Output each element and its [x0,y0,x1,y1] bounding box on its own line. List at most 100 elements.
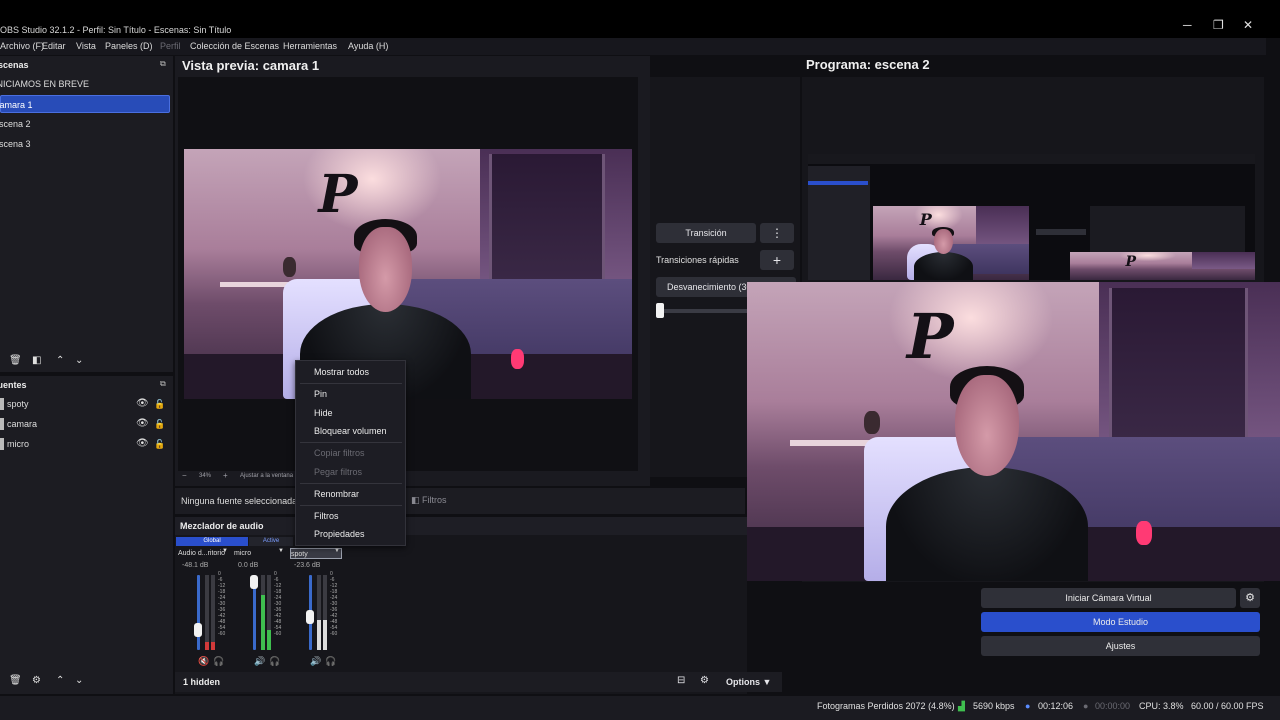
scene-item[interactable]: INICIAMOS EN BREVE [0,75,170,93]
layout-icon[interactable]: ⊟ [677,675,685,686]
menu-bar: Archivo (F) Editar Vista Paneles (D) Per… [0,38,1266,55]
source-toolbar: Ninguna fuente seleccionada ◧ Filtros [175,488,745,514]
program-camera-overlay[interactable]: P [747,282,1280,581]
eye-icon[interactable]: 👁 [136,395,149,413]
meter-scale: 0 -6 -12 -18 -24 -30 -36 -42 -48 -54 -60 [330,571,338,637]
close-button[interactable]: ✕ [1243,18,1253,32]
kebab-icon[interactable]: ⋮ [760,223,794,243]
studio-mode-button[interactable]: Modo Estudio [981,612,1260,632]
volume-slider-handle[interactable] [250,575,258,589]
chevron-down-icon[interactable]: ▼ [222,548,228,554]
scene-item-selected[interactable]: camara 1 [0,95,170,113]
move-down-icon[interactable]: ⌄ [75,675,83,686]
menu-item-hide[interactable]: Hide [314,408,333,418]
menu-tools[interactable]: Herramientas [283,41,337,51]
headphones-icon[interactable]: 🎧 [213,656,224,667]
menu-profile[interactable]: Perfil [160,41,181,51]
program-screen-capture[interactable]: P P [808,154,1255,280]
channel-db: 0.0 dB [238,562,259,569]
dock-float-icon[interactable]: ⧉ [160,59,166,69]
source-item[interactable]: camara 👁 🔓 [0,415,170,433]
filters-button[interactable]: ◧ Filtros [411,493,453,508]
stream-icon: ● [1025,701,1031,711]
lock-icon[interactable]: 🔓 [154,415,165,433]
menu-item-rename[interactable]: Renombrar [314,489,359,499]
cpu-usage: CPU: 3.8% [1139,701,1184,711]
menu-item-pin[interactable]: Pin [314,389,327,399]
fit-window-button[interactable]: Ajustar a la ventana [240,473,293,479]
source-item[interactable]: micro 👁 🔓 [0,435,170,453]
move-up-icon[interactable]: ⌃ [56,675,64,686]
menu-scene-collection[interactable]: Colección de Escenas [190,41,279,51]
fps: 60.00 / 60.00 FPS [1191,701,1264,711]
virtual-camera-button[interactable]: Iniciar Cámara Virtual [981,588,1236,608]
advanced-audio-icon[interactable]: ⚙ [700,675,709,686]
meter-scale: 0 -6 -12 -18 -24 -30 -36 -42 -48 -54 -60 [218,571,226,637]
menu-help[interactable]: Ayuda (H) [348,41,388,51]
menu-separator [300,483,402,484]
scene-item[interactable]: escena 2 [0,115,170,133]
menu-edit[interactable]: Editar [42,41,66,51]
menu-view[interactable]: Vista [76,41,96,51]
gear-icon[interactable]: ⚙ [32,675,41,686]
eye-icon[interactable]: 👁 [136,415,149,433]
tbar-slider-handle[interactable] [656,303,664,318]
options-button[interactable]: Options ▼ [726,677,771,687]
menu-item-show-all[interactable]: Mostrar todos [314,367,369,377]
restore-button[interactable]: ❐ [1213,18,1224,32]
minimize-button[interactable]: ─ [1183,18,1192,32]
window-title: OBS Studio 32.1.2 - Perfil: Sin Título -… [0,25,232,35]
record-time: 00:00:00 [1095,701,1131,711]
move-down-icon[interactable]: ⌄ [75,355,83,366]
chevron-down-icon[interactable]: ▼ [334,548,340,554]
menu-item-properties[interactable]: Propiedades [314,529,365,539]
mixer-channel: Audio d...ritorio ▼ -48.1 dB 0 -6 -12 -18 -2… [176,547,231,687]
no-source-label: Ninguna fuente seleccionada [181,496,298,506]
muted-speaker-icon[interactable]: 🔇 [198,656,209,667]
transition-button[interactable]: Transición [656,223,756,243]
gear-icon[interactable]: ⚙ [1240,588,1260,608]
filter-icon[interactable]: ◧ [32,355,41,366]
zoom-level: 34% [199,473,212,479]
mixer-channel: micro ▼ 0.0 dB 0 -6 -12 -18 -24 -30 -36 -42 -48-… [232,547,287,687]
speaker-icon[interactable]: 🔊 [254,656,265,667]
lock-icon[interactable]: 🔓 [154,435,165,453]
menu-item-lock-volume[interactable]: Bloquear volumen [314,426,387,436]
scene-item[interactable]: escena 3 [0,135,170,153]
trash-icon[interactable]: 🗑 [9,675,22,686]
context-menu: Mostrar todos Pin Hide Bloquear volumen … [295,360,406,546]
audio-mixer: Mezclador de audio Global Active Audio d… [175,517,747,694]
menu-file[interactable]: Archivo (F) [0,41,44,51]
volume-slider[interactable] [197,575,200,650]
eye-icon[interactable]: 👁 [136,435,149,453]
mixer-tab-active[interactable]: Active [249,537,293,546]
settings-button[interactable]: Ajustes [981,636,1260,656]
source-type-icon [0,438,4,450]
mixer-tab-global[interactable]: Global [176,537,248,546]
bitrate: 5690 kbps [973,701,1015,711]
stream-time: 00:12:06 [1038,701,1074,711]
menu-item-filters[interactable]: Filtros [314,511,339,521]
level-meter [267,575,271,650]
headphones-icon[interactable]: 🎧 [325,656,336,667]
sources-title: Fuentes [0,380,27,390]
zoom-out-button[interactable]: − [182,471,187,480]
volume-slider-handle[interactable] [194,623,202,637]
source-type-icon [0,418,4,430]
preview-camera-image[interactable]: P [184,149,632,399]
plus-icon[interactable]: + [760,250,794,270]
move-up-icon[interactable]: ⌃ [56,355,64,366]
lock-icon[interactable]: 🔓 [154,395,165,413]
chevron-down-icon[interactable]: ▼ [278,548,284,554]
headphones-icon[interactable]: 🎧 [269,656,280,667]
scenes-toolbar: 🗑 ◧ ⌃ ⌄ [0,352,173,372]
dock-float-icon[interactable]: ⧉ [160,379,166,389]
tbar-slider-track[interactable] [664,309,754,313]
zoom-in-button[interactable]: + [223,471,228,480]
source-item[interactable]: spoty 👁 🔓 [0,395,170,413]
trash-icon[interactable]: 🗑 [9,355,22,366]
speaker-icon[interactable]: 🔊 [310,656,321,667]
volume-slider-handle[interactable] [306,610,314,624]
menu-docks[interactable]: Paneles (D) [105,41,153,51]
dropped-frames: Fotogramas Perdidos 2072 (4.8%) [817,701,955,711]
